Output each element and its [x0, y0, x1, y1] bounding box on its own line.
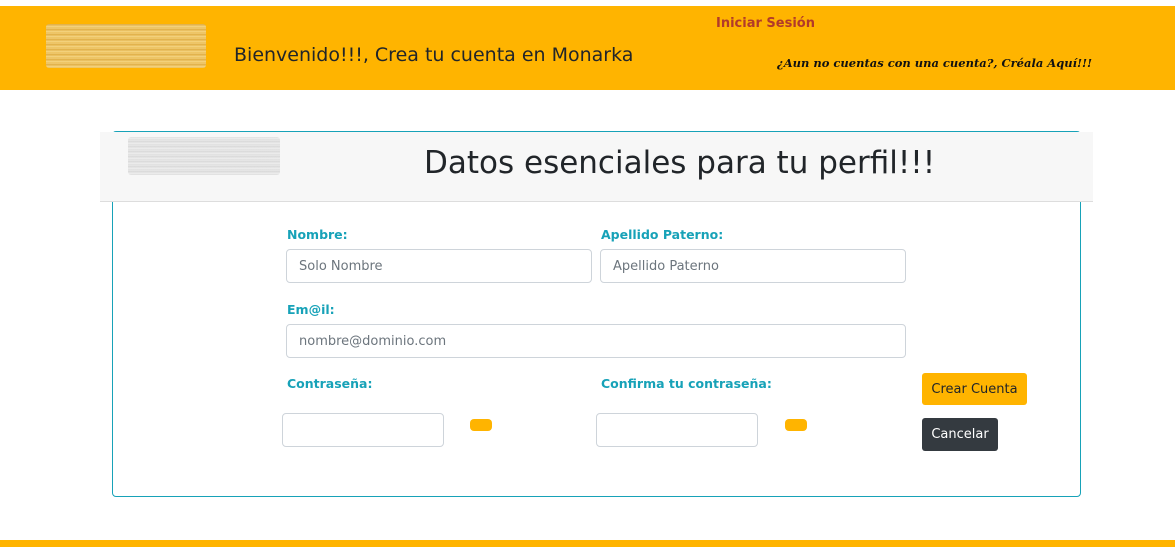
- password-toggle-button[interactable]: [470, 419, 492, 431]
- email-input[interactable]: [286, 324, 906, 358]
- monarka-logo: [46, 24, 206, 68]
- nombre-label: Nombre:: [287, 227, 348, 242]
- welcome-text: Bienvenido!!!, Crea tu cuenta en Monarka: [234, 44, 634, 66]
- create-account-button[interactable]: Crear Cuenta: [922, 373, 1027, 405]
- password-label: Contraseña:: [287, 376, 373, 391]
- email-label: Em@il:: [287, 302, 335, 317]
- footer-bar: [0, 540, 1175, 547]
- confirm-password-input[interactable]: [596, 413, 758, 447]
- cancel-button[interactable]: Cancelar: [922, 418, 998, 451]
- nombre-input[interactable]: [286, 249, 592, 283]
- apellido-label: Apellido Paterno:: [601, 227, 724, 242]
- confirm-password-toggle-button[interactable]: [785, 419, 807, 431]
- apellido-input[interactable]: [600, 249, 906, 283]
- card-title: Datos esenciales para tu perfil!!!: [424, 145, 936, 181]
- password-input[interactable]: [282, 413, 444, 447]
- signup-link[interactable]: ¿Aun no cuentas con una cuenta?, Créala …: [777, 56, 1092, 70]
- confirm-password-label: Confirma tu contraseña:: [601, 376, 772, 391]
- login-link[interactable]: Iniciar Sesión: [716, 16, 815, 31]
- card-logo: [128, 137, 280, 175]
